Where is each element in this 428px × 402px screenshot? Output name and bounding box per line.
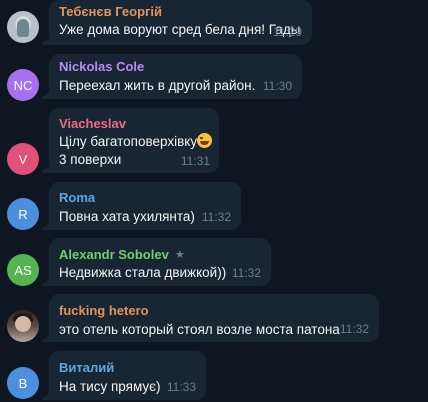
message-bubble[interactable]: Тебєнєв Георгій Уже дома воруют сред бел… xyxy=(42,0,312,45)
message-text: Уже дома воруют сред бела дня! Гады xyxy=(59,22,301,37)
sender-name[interactable]: fucking hetero xyxy=(59,303,149,318)
message-time: 11:32 xyxy=(339,322,369,336)
message-time: 11:32 xyxy=(231,266,261,280)
avatar[interactable]: NC xyxy=(7,69,39,101)
message-time: 11:32 xyxy=(201,210,231,224)
message-text: Повна хата ухилянта) xyxy=(59,209,195,224)
sender-name[interactable]: Тебєнєв Георгій xyxy=(59,4,162,19)
message-bubble[interactable]: fucking hetero это отель который стоял в… xyxy=(42,294,379,342)
avatar[interactable]: AS xyxy=(7,254,39,286)
message-time: 11:30 xyxy=(262,79,292,93)
avatar[interactable]: R xyxy=(7,198,39,230)
message-text: Недвижка стала движкой)) xyxy=(59,265,227,280)
avatar[interactable] xyxy=(7,310,39,342)
avatar[interactable] xyxy=(7,11,39,43)
chat-messages: Тебєнєв Георгій Уже дома воруют сред бел… xyxy=(0,0,428,402)
message-bubble[interactable]: Alexandr Sobolev ★ Недвижка стала движкой… xyxy=(42,238,271,286)
star-icon: ★ xyxy=(174,249,185,261)
message-time: 11:33 xyxy=(166,380,196,394)
message-time: 11:31 xyxy=(180,154,210,168)
message-text: это отель который стоял возле моста пато… xyxy=(59,322,340,337)
message-text: Переехал жить в другой район. xyxy=(59,78,256,93)
avatar[interactable]: V xyxy=(7,143,39,175)
message-time: 11:29 xyxy=(272,25,302,39)
grinning-sweat-emoji xyxy=(197,133,213,148)
message-text-line-2: 3 поверхи xyxy=(59,152,122,167)
message-bubble[interactable]: Roma Повна хата ухилянта) 11:32 xyxy=(42,182,241,230)
message-bubble[interactable]: Виталий На тису прямує) 11:33 xyxy=(42,351,206,400)
message-bubble[interactable]: Nickolas Cole Переехал жить в другой рай… xyxy=(42,54,302,99)
sender-name[interactable]: Viacheslav xyxy=(59,116,126,131)
sender-name[interactable]: Alexandr Sobolev ★ xyxy=(59,247,185,262)
sender-name[interactable]: Виталий xyxy=(59,360,114,375)
message-bubble[interactable]: Viacheslav Цілу багатоповерхівку 3 повер… xyxy=(42,108,219,173)
message-text: На тису прямує) xyxy=(59,379,161,394)
avatar[interactable]: B xyxy=(7,367,39,399)
sender-name[interactable]: Roma xyxy=(59,190,95,205)
message-text-line-1: Цілу багатоповерхівку xyxy=(59,133,213,149)
sender-name[interactable]: Nickolas Cole xyxy=(59,59,144,74)
